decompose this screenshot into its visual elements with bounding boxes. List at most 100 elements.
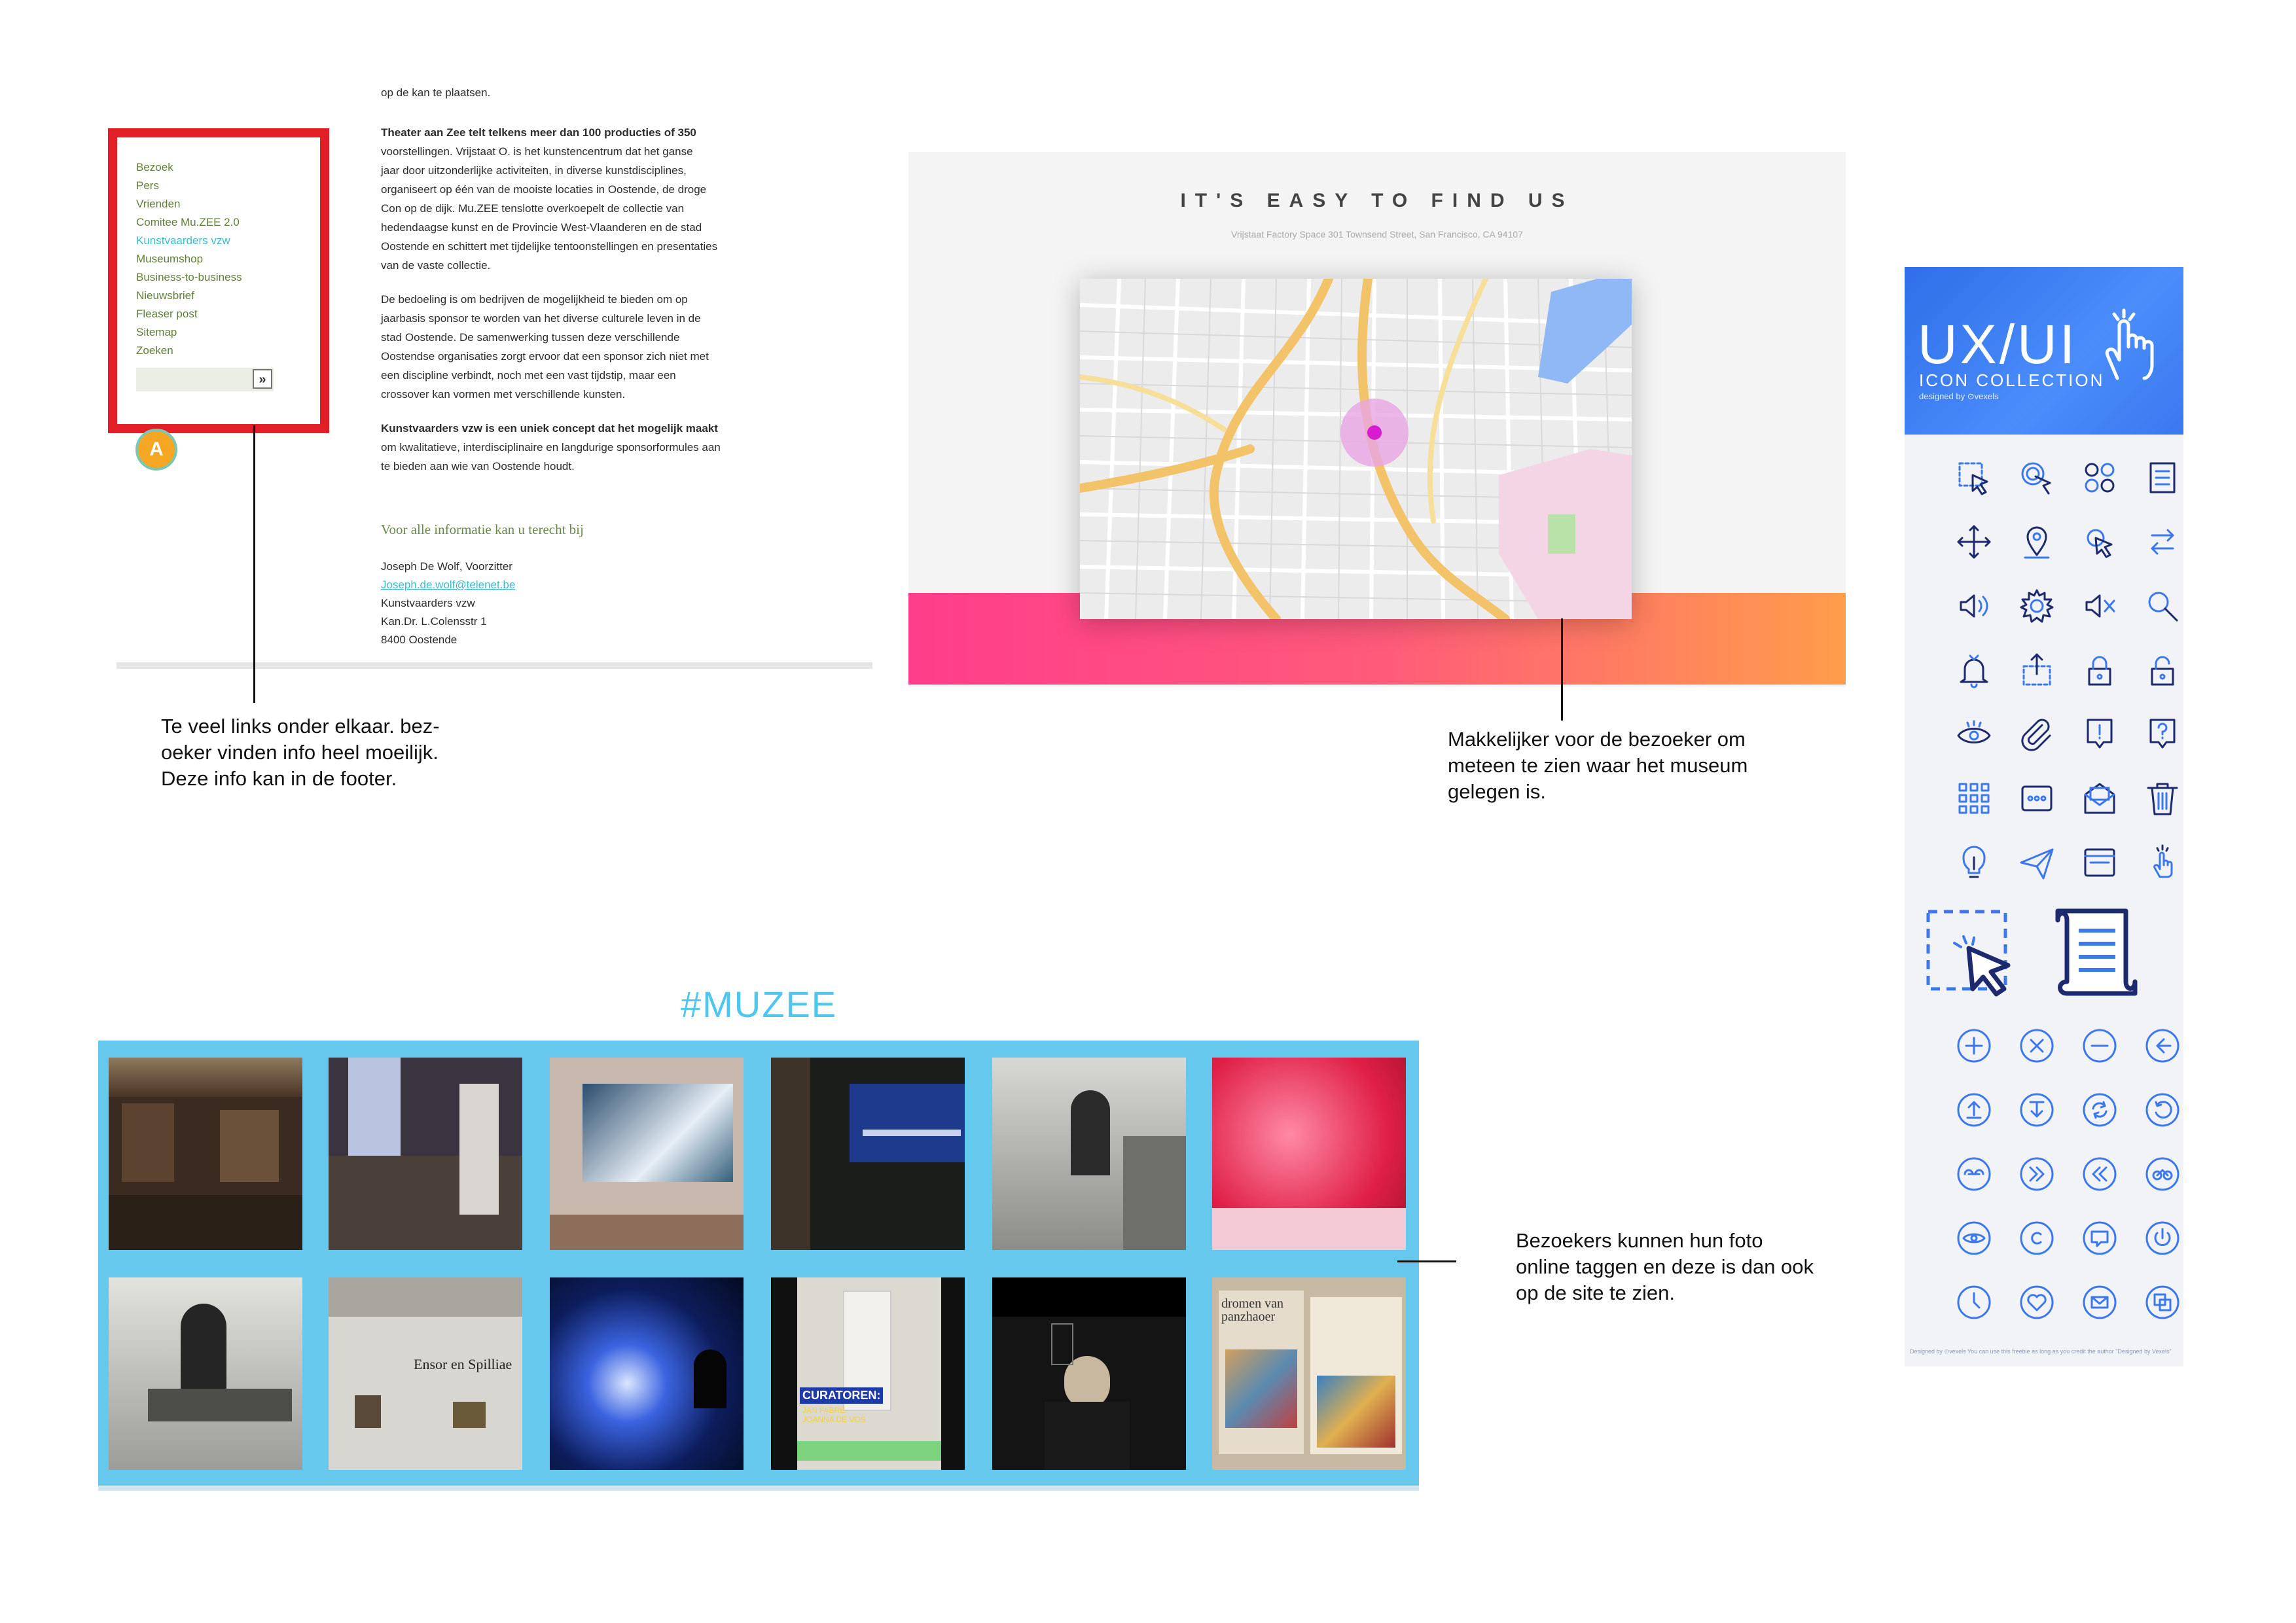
nav-item-pers[interactable]: Pers	[136, 179, 159, 192]
para3-line: om kwalitatieve, interdisciplinaire en l…	[381, 441, 721, 454]
top-fragment: op de kan te plaatsen.	[381, 86, 491, 99]
bell-icon	[1960, 654, 1988, 688]
annotation-line	[253, 425, 255, 703]
mail-icon	[2084, 783, 2115, 814]
contact-name: Joseph De Wolf, Voorzitter	[381, 560, 512, 573]
mail-circle-icon	[2083, 1285, 2117, 1319]
volume-icon	[1960, 594, 1988, 618]
nav-item-comitee[interactable]: Comitee Mu.ZEE 2.0	[136, 216, 240, 229]
link-circle-icon	[1957, 1157, 1991, 1191]
trash-icon	[2147, 783, 2178, 815]
photo-bw-figure[interactable]	[992, 1058, 1186, 1250]
para2-line: een discipline verbindt, noch met een va…	[381, 369, 676, 382]
contact-org: Kunstvaarders vzw	[381, 597, 475, 609]
photo-bw-man-seated[interactable]	[109, 1277, 302, 1470]
heart-circle-icon	[2020, 1285, 2054, 1319]
para1-line: van de vaste collectie.	[381, 259, 491, 272]
photo-seated-visitors[interactable]	[329, 1058, 522, 1250]
help-icon	[2149, 719, 2176, 749]
annotation-gallery: Bezoekers kunnen hun foto online taggen …	[1516, 1229, 1814, 1304]
annotation-map: Makkelijker voor de bezoeker om meteen t…	[1448, 728, 1748, 803]
copy-circle-icon	[2145, 1285, 2179, 1319]
lightbulb-icon	[1962, 846, 1986, 878]
photo-curatoren[interactable]: CURATOREN: JAN FABRE JOANNA DE VOS	[771, 1277, 965, 1470]
paragraph-2: De bedoeling is om bedrijven de mogelijk…	[381, 290, 747, 404]
para1-line: jaar door uitzonderlijke activiteiten, i…	[381, 164, 687, 177]
hashtag-title: #MUZEE	[681, 984, 838, 1025]
photo-dromen-poster[interactable]: dromen van panzhaoer	[1212, 1277, 1406, 1470]
annotation-sidebar: Te veel links onder elkaar. bez- oeker v…	[161, 715, 440, 790]
contact-heading: Voor alle informatie kan u terecht bij	[381, 522, 584, 537]
photo-video-man[interactable]	[992, 1277, 1186, 1470]
rewind-circle-icon	[2083, 1157, 2117, 1191]
forward-circle-icon	[2020, 1157, 2054, 1191]
map-title: IT'S EASY TO FIND US	[1180, 190, 1574, 211]
para2-line: De bedoeling is om bedrijven de mogelijk…	[381, 293, 688, 306]
map-graphic	[1080, 279, 1632, 619]
photo-blue-splash[interactable]	[550, 1277, 744, 1470]
annotation-line	[1561, 618, 1563, 721]
icon-collection-subtitle: ICON COLLECTION	[1919, 370, 2105, 390]
document-icon	[2149, 462, 2176, 493]
alert-icon	[2087, 719, 2113, 749]
search-icon	[2148, 592, 2178, 622]
photo-ensor-room[interactable]: Ensor en Spilliae	[329, 1277, 522, 1470]
click-icon	[2087, 529, 2113, 558]
nav-item-bezoek[interactable]: Bezoek	[136, 161, 173, 174]
photo-wave-painting[interactable]	[550, 1058, 744, 1250]
mute-icon	[2085, 594, 2115, 618]
contact-street: Kan.Dr. L.Colensstr 1	[381, 615, 487, 628]
refresh-circle-icon	[2083, 1093, 2117, 1127]
para3-line: te bieden aan wie van Oostende houdt.	[381, 460, 575, 473]
tap-icon	[2153, 844, 2173, 878]
nav-item-b2b[interactable]: Business-to-business	[136, 271, 242, 284]
swap-icon	[2151, 529, 2174, 555]
upload-icon	[2022, 653, 2051, 686]
nav-item-kunstvaarders[interactable]: Kunstvaarders vzw	[136, 234, 230, 247]
nav-item-zoeken[interactable]: Zoeken	[136, 344, 173, 357]
more-icon	[2021, 785, 2053, 812]
para1-line: organiseert op één van de mooiste locati…	[381, 183, 707, 196]
send-icon	[2020, 848, 2054, 880]
para2-line: stad Oostende. De samenwerking tussen de…	[381, 331, 680, 344]
down-circle-icon	[2020, 1093, 2054, 1127]
eye-circle-icon	[1957, 1221, 1991, 1255]
nav-item-nieuwsbrief[interactable]: Nieuwsbrief	[136, 289, 194, 302]
grid-icon	[1958, 783, 1990, 814]
contact-email-link[interactable]: Joseph.de.wolf@telenet.be	[381, 579, 515, 592]
para3-line: Kunstvaarders vzw is een uniek concept d…	[381, 422, 718, 435]
nav-item-vrienden[interactable]: Vrienden	[136, 198, 180, 211]
lock-icon	[2088, 656, 2111, 686]
icon-collection-footer: Designed by ⊙vexels You can use this fre…	[1910, 1348, 2172, 1355]
settings-icon	[2020, 589, 2054, 623]
move-icon	[1957, 525, 1991, 559]
nav-item-fleaser[interactable]: Fleaser post	[136, 308, 198, 321]
nav-item-sitemap[interactable]: Sitemap	[136, 326, 177, 339]
attachment-icon	[2021, 719, 2051, 751]
nav-item-museumshop[interactable]: Museumshop	[136, 253, 203, 266]
search-submit-button[interactable]: »	[253, 369, 272, 389]
para1-line: Theater aan Zee telt telkens meer dan 10…	[381, 126, 696, 139]
clock-circle-icon	[1957, 1285, 1991, 1319]
location-pin-icon	[2024, 526, 2050, 559]
selection-cursor-large-icon	[1926, 910, 2011, 997]
photo-dark-installation[interactable]	[771, 1058, 965, 1250]
copyright-circle-icon	[2020, 1221, 2054, 1255]
logo-icon: A	[135, 429, 177, 471]
icon-collection-title: UX/UI	[1918, 313, 2078, 375]
touch-icon	[2021, 462, 2051, 495]
window-icon	[2084, 848, 2115, 877]
back-circle-icon	[2145, 1029, 2179, 1063]
contact-city: 8400 Oostende	[381, 633, 457, 646]
photo-gallery-hall[interactable]	[109, 1058, 302, 1250]
apps-icon	[2085, 463, 2115, 493]
gallery-shadow	[98, 1486, 1419, 1491]
map-view[interactable]	[1080, 279, 1632, 619]
up-circle-icon	[1957, 1093, 1991, 1127]
para2-line: jaarbasis sponsor te worden van het dive…	[381, 312, 701, 325]
power-circle-icon	[2145, 1221, 2179, 1255]
minus-circle-icon	[2083, 1029, 2117, 1063]
plus-circle-icon	[1957, 1029, 1991, 1063]
paragraph-1: Theater aan Zee telt telkens meer dan 10…	[381, 123, 747, 275]
photo-red-room[interactable]	[1212, 1058, 1406, 1250]
